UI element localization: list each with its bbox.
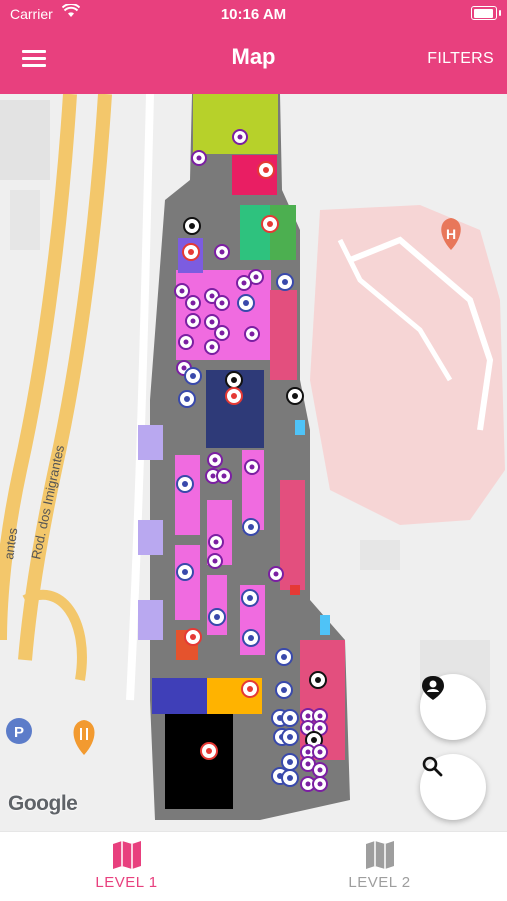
tab-level-2-label: LEVEL 2	[348, 874, 411, 891]
map-icon	[364, 840, 396, 875]
tab-level-2[interactable]: LEVEL 2	[253, 832, 506, 901]
map-icon	[111, 840, 143, 875]
tab-level-1[interactable]: LEVEL 1	[0, 832, 253, 901]
profile-button[interactable]	[420, 674, 486, 740]
tab-level-1-label: LEVEL 1	[95, 874, 158, 891]
svg-text:P: P	[14, 724, 24, 741]
status-bar: Carrier 10:16 AM	[0, 0, 507, 28]
level-tab-bar: LEVEL 1 LEVEL 2	[0, 831, 507, 901]
status-time: 10:16 AM	[220, 6, 287, 23]
filters-button[interactable]: FILTERS	[427, 50, 494, 68]
battery-icon	[471, 6, 501, 20]
search-button[interactable]	[420, 754, 486, 820]
parking-marker-icon[interactable]: P	[6, 718, 32, 744]
mall-map[interactable]: H P Rod. dos Imigrantes antes Google	[0, 94, 507, 831]
google-attribution: Google	[8, 792, 78, 815]
app-header: Carrier 10:16 AM Map FILTERS	[0, 0, 507, 94]
svg-text:H: H	[446, 226, 456, 242]
